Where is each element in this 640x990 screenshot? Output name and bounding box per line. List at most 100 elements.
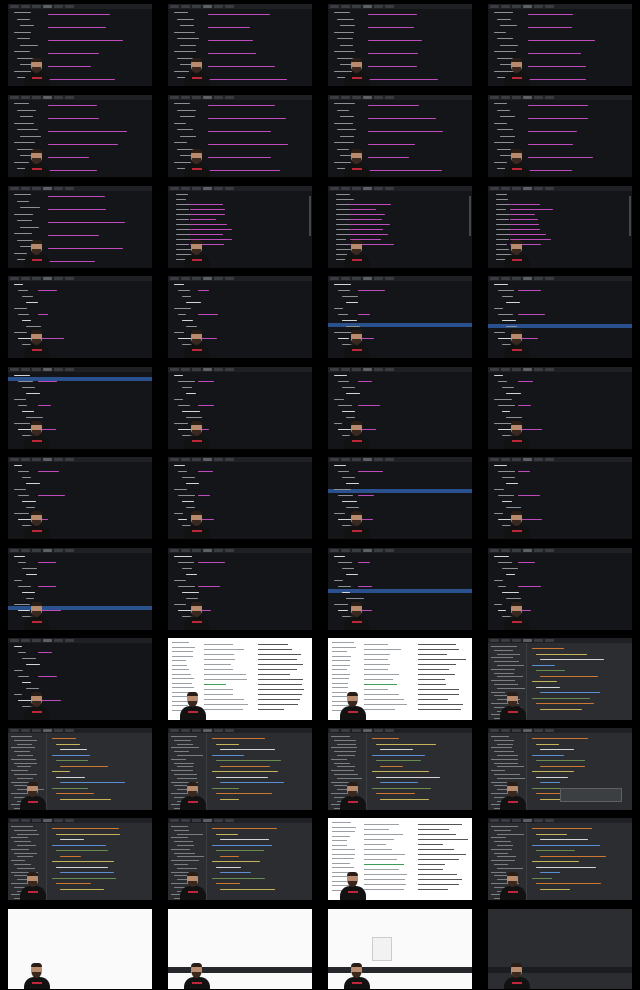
project-tree-item[interactable] xyxy=(494,739,515,741)
editor-tab[interactable] xyxy=(54,639,63,642)
project-tree-item[interactable] xyxy=(491,860,515,862)
editor-tab[interactable] xyxy=(545,96,554,99)
thumbnail-dark-editor[interactable] xyxy=(488,95,632,177)
thumbnail-dark-editor[interactable] xyxy=(488,548,632,630)
editor-tab[interactable] xyxy=(43,549,52,552)
project-tree-item[interactable] xyxy=(334,751,356,753)
editor-tab[interactable] xyxy=(181,5,190,8)
thumbnail-dark-editor[interactable] xyxy=(168,95,312,177)
editor-tab[interactable] xyxy=(214,96,223,99)
docs-nav-item[interactable] xyxy=(332,831,355,832)
editor-tab[interactable] xyxy=(32,368,41,371)
editor-tab[interactable] xyxy=(181,458,190,461)
project-tree-item[interactable] xyxy=(11,758,37,760)
editor-tab[interactable] xyxy=(523,368,532,371)
editor-tab[interactable] xyxy=(501,549,510,552)
docs-nav-item[interactable] xyxy=(172,682,192,684)
docs-nav-item[interactable] xyxy=(172,655,194,657)
editor-tab[interactable] xyxy=(181,819,190,822)
editor-tab[interactable] xyxy=(330,729,339,732)
scrollbar[interactable] xyxy=(469,196,471,236)
editor-tab[interactable] xyxy=(203,368,212,371)
editor-tab[interactable] xyxy=(374,187,383,190)
editor-tab[interactable] xyxy=(65,458,74,461)
editor-tab[interactable] xyxy=(192,5,201,8)
editor-tab[interactable] xyxy=(545,368,554,371)
project-tree-item[interactable] xyxy=(494,774,520,775)
project-tree-item[interactable] xyxy=(494,661,519,663)
editor-tab[interactable] xyxy=(43,187,52,190)
editor-tab[interactable] xyxy=(10,187,19,190)
project-tree-item[interactable] xyxy=(331,747,358,749)
docs-nav-item[interactable] xyxy=(332,687,348,688)
project-tree-item[interactable] xyxy=(174,829,190,831)
editor-tab[interactable] xyxy=(21,639,30,642)
editor-tab[interactable] xyxy=(363,368,372,371)
docs-nav-item[interactable] xyxy=(332,664,350,666)
project-tree-item[interactable] xyxy=(11,736,33,737)
docs-nav-item[interactable] xyxy=(332,682,349,684)
editor-tab[interactable] xyxy=(65,96,74,99)
editor-tab[interactable] xyxy=(192,819,201,822)
editor-tab[interactable] xyxy=(54,5,63,8)
editor-tab[interactable] xyxy=(330,549,339,552)
editor-tab[interactable] xyxy=(170,458,179,461)
thumbnail-ide[interactable] xyxy=(168,728,312,810)
editor-tab[interactable] xyxy=(192,549,201,552)
editor-tab[interactable] xyxy=(21,458,30,461)
context-menu[interactable] xyxy=(372,937,392,961)
editor-tab[interactable] xyxy=(385,187,394,190)
editor-tab[interactable] xyxy=(523,639,532,642)
editor-tab[interactable] xyxy=(170,819,179,822)
docs-nav-item[interactable] xyxy=(172,642,190,643)
docs-nav-item[interactable] xyxy=(172,664,188,666)
editor-tab[interactable] xyxy=(545,187,554,190)
docs-nav-item[interactable] xyxy=(332,822,351,823)
editor-tab[interactable] xyxy=(21,277,30,280)
editor-tab[interactable] xyxy=(203,549,212,552)
editor-tab[interactable] xyxy=(352,729,361,732)
editor-tab[interactable] xyxy=(523,729,532,732)
thumbnail-dark-editor[interactable] xyxy=(168,4,312,86)
editor-tab[interactable] xyxy=(170,729,179,732)
docs-nav-item[interactable] xyxy=(332,858,355,859)
editor-tab[interactable] xyxy=(203,96,212,99)
editor-tab[interactable] xyxy=(330,187,339,190)
editor-tab[interactable] xyxy=(512,639,521,642)
docs-nav-item[interactable] xyxy=(172,678,194,679)
project-tree-item[interactable] xyxy=(491,848,513,850)
thumbnail-dark-editor[interactable] xyxy=(8,548,152,630)
project-tree-item[interactable] xyxy=(334,739,357,741)
editor-tab[interactable] xyxy=(490,729,499,732)
editor-tab[interactable] xyxy=(10,277,19,280)
thumbnail-dark-editor[interactable] xyxy=(488,186,632,268)
editor-tab[interactable] xyxy=(54,549,63,552)
editor-tab[interactable] xyxy=(490,96,499,99)
project-tree-item[interactable] xyxy=(497,845,514,846)
editor-tab[interactable] xyxy=(181,368,190,371)
thumbnail-blank[interactable] xyxy=(488,909,632,989)
editor-tab[interactable] xyxy=(363,277,372,280)
project-tree-item[interactable] xyxy=(497,777,525,779)
project-tree-item[interactable] xyxy=(177,743,194,745)
editor-tab[interactable] xyxy=(32,187,41,190)
editor-tab[interactable] xyxy=(65,368,74,371)
editor-tab[interactable] xyxy=(225,96,234,99)
editor-tab[interactable] xyxy=(523,277,532,280)
editor-tab[interactable] xyxy=(341,368,350,371)
editor-tab[interactable] xyxy=(32,5,41,8)
editor-tab[interactable] xyxy=(203,819,212,822)
editor-tab[interactable] xyxy=(32,277,41,280)
editor-tab[interactable] xyxy=(534,819,543,822)
editor-tab[interactable] xyxy=(225,729,234,732)
thumbnail-dark-editor[interactable] xyxy=(8,95,152,177)
docs-nav-item[interactable] xyxy=(332,660,351,661)
thumbnail-ide[interactable] xyxy=(488,728,632,810)
project-tree-item[interactable] xyxy=(171,848,190,850)
project-tree-item[interactable] xyxy=(171,837,189,839)
editor-tab[interactable] xyxy=(54,458,63,461)
project-tree-item[interactable] xyxy=(497,766,525,768)
editor-tab[interactable] xyxy=(545,5,554,8)
docs-nav-item[interactable] xyxy=(332,867,354,868)
project-tree-item[interactable] xyxy=(11,837,29,839)
